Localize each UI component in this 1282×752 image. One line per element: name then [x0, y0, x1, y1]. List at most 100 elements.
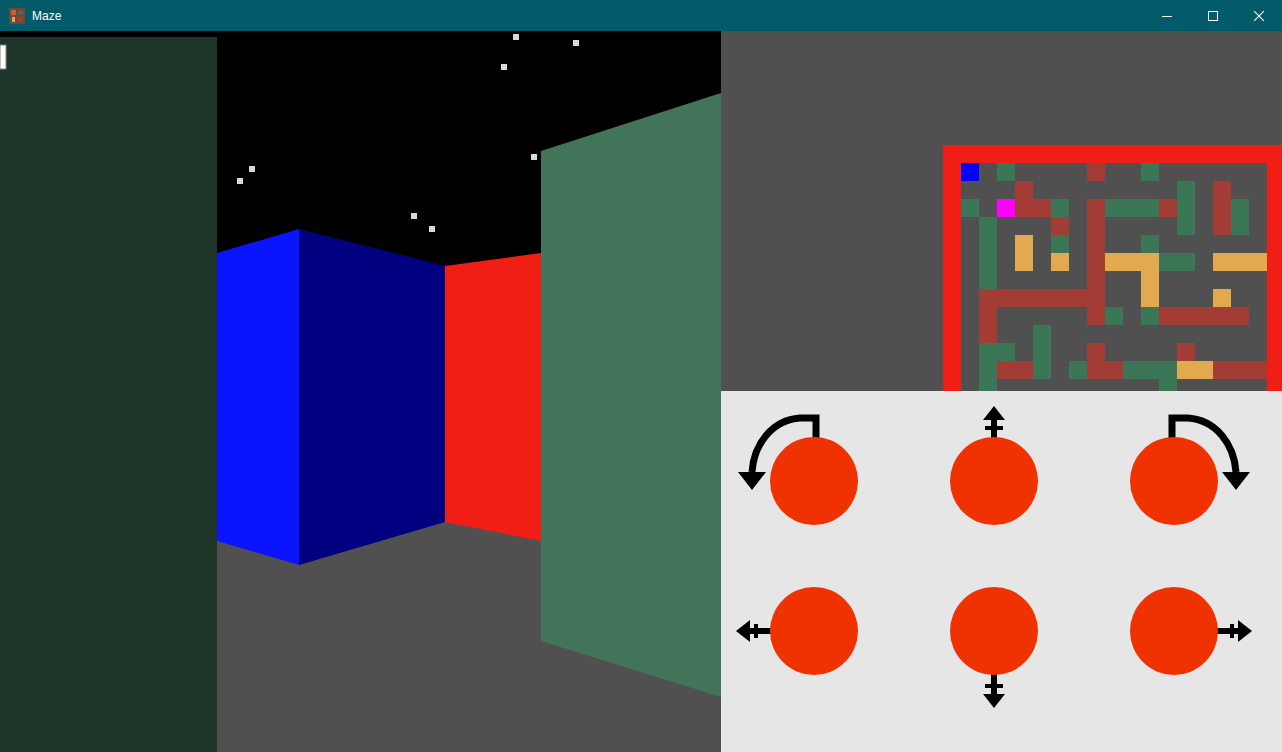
maximize-button[interactable]	[1190, 0, 1236, 31]
star	[531, 154, 537, 160]
minimap-cell	[1087, 181, 1105, 199]
star	[249, 166, 255, 172]
minimap-cell	[1105, 307, 1123, 325]
minimap-cell	[1015, 307, 1033, 325]
minimap-cell	[1069, 307, 1087, 325]
minimap-cell	[1033, 325, 1051, 343]
rotate-right-button[interactable]	[1084, 406, 1264, 556]
minimap-cell	[1033, 217, 1051, 235]
minimap-cell	[1159, 271, 1177, 289]
minimap-row	[961, 235, 1267, 253]
close-button[interactable]	[1236, 0, 1282, 31]
minimap-cell	[1213, 361, 1231, 379]
minimap-cell	[1123, 271, 1141, 289]
minimap-cell	[1069, 199, 1087, 217]
minimap-cell	[1249, 307, 1267, 325]
minimap-cell	[997, 361, 1015, 379]
minimap-cell	[1051, 253, 1069, 271]
minimap-cell	[1015, 325, 1033, 343]
minimap-cell	[1069, 379, 1087, 391]
minimap-cell	[1015, 235, 1033, 253]
minimap-cell	[1069, 235, 1087, 253]
minimap-cell	[1195, 307, 1213, 325]
minimap-cell	[1177, 163, 1195, 181]
minimap-cell	[997, 325, 1015, 343]
maze-view	[0, 31, 721, 752]
minimap-cell	[979, 361, 997, 379]
minimap-cell	[961, 163, 979, 181]
minimap-cell	[1141, 199, 1159, 217]
minimap-cell	[1051, 307, 1069, 325]
minimap-cell	[1177, 379, 1195, 391]
minimap-cell	[1213, 343, 1231, 361]
minimap-cell	[979, 325, 997, 343]
minimap-cell	[1051, 325, 1069, 343]
minimap-cell	[1249, 343, 1267, 361]
minimap-cell	[1249, 235, 1267, 253]
minimap-cell	[1195, 271, 1213, 289]
wall	[217, 229, 299, 565]
rotate-left-button[interactable]	[724, 406, 904, 556]
minimap-cell	[997, 343, 1015, 361]
minimap-cell	[1087, 163, 1105, 181]
minimap-cell	[997, 253, 1015, 271]
minimap-cell	[1051, 163, 1069, 181]
minimap-cell	[1177, 289, 1195, 307]
minimap-cell	[1195, 235, 1213, 253]
minimap-cell	[961, 181, 979, 199]
back-button[interactable]	[904, 556, 1084, 706]
minimap-cell	[1033, 163, 1051, 181]
minimap-cell	[1033, 289, 1051, 307]
minimap-cell	[997, 271, 1015, 289]
minimap-cell	[1195, 181, 1213, 199]
minimap-cell	[1213, 181, 1231, 199]
minimap-cell	[1195, 217, 1213, 235]
strafe-right-button[interactable]	[1084, 556, 1264, 706]
minimap-cell	[1051, 217, 1069, 235]
minimap-cell	[1123, 163, 1141, 181]
minimap-cell	[1159, 325, 1177, 343]
forward-button[interactable]	[904, 406, 1084, 556]
minimap-row	[961, 181, 1267, 199]
minimap-cell	[1087, 361, 1105, 379]
minimap-cell	[1159, 361, 1177, 379]
wall	[299, 229, 445, 565]
edge-marker	[0, 45, 6, 69]
minimap-cell	[1105, 343, 1123, 361]
minimap-cell	[1177, 307, 1195, 325]
minimap-cell	[1087, 235, 1105, 253]
minimap-row	[961, 253, 1267, 271]
minimap-row	[961, 343, 1267, 361]
minimap-cell	[1195, 325, 1213, 343]
strafe-left-icon	[724, 556, 904, 706]
star	[237, 178, 243, 184]
strafe-left-button[interactable]	[724, 556, 904, 706]
minimap-cell	[1015, 199, 1033, 217]
minimap-cell	[1249, 199, 1267, 217]
minimap-cell	[1249, 181, 1267, 199]
minimap-cell	[997, 199, 1015, 217]
star	[429, 226, 435, 232]
minimap-cell	[1231, 325, 1249, 343]
minimap-cell	[1123, 253, 1141, 271]
minimize-button[interactable]	[1144, 0, 1190, 31]
minimap-cell	[1033, 361, 1051, 379]
minimap-cell	[1141, 271, 1159, 289]
minimap-cell	[1123, 307, 1141, 325]
minimap-cell	[1141, 217, 1159, 235]
minimap-cell	[1051, 235, 1069, 253]
minimap-cell	[997, 163, 1015, 181]
minimap-cell	[1249, 289, 1267, 307]
minimap-cell	[1195, 379, 1213, 391]
minimap-cell	[1105, 199, 1123, 217]
minimap-cell	[1213, 253, 1231, 271]
minimap-cell	[979, 217, 997, 235]
minimap-cell	[961, 289, 979, 307]
minimap-cell	[1159, 253, 1177, 271]
minimap-cell	[1213, 163, 1231, 181]
minimap-cell	[1231, 217, 1249, 235]
minimap-cell	[961, 217, 979, 235]
minimap-cell	[1177, 271, 1195, 289]
minimap-cell	[1177, 235, 1195, 253]
minimap-cell	[1105, 325, 1123, 343]
